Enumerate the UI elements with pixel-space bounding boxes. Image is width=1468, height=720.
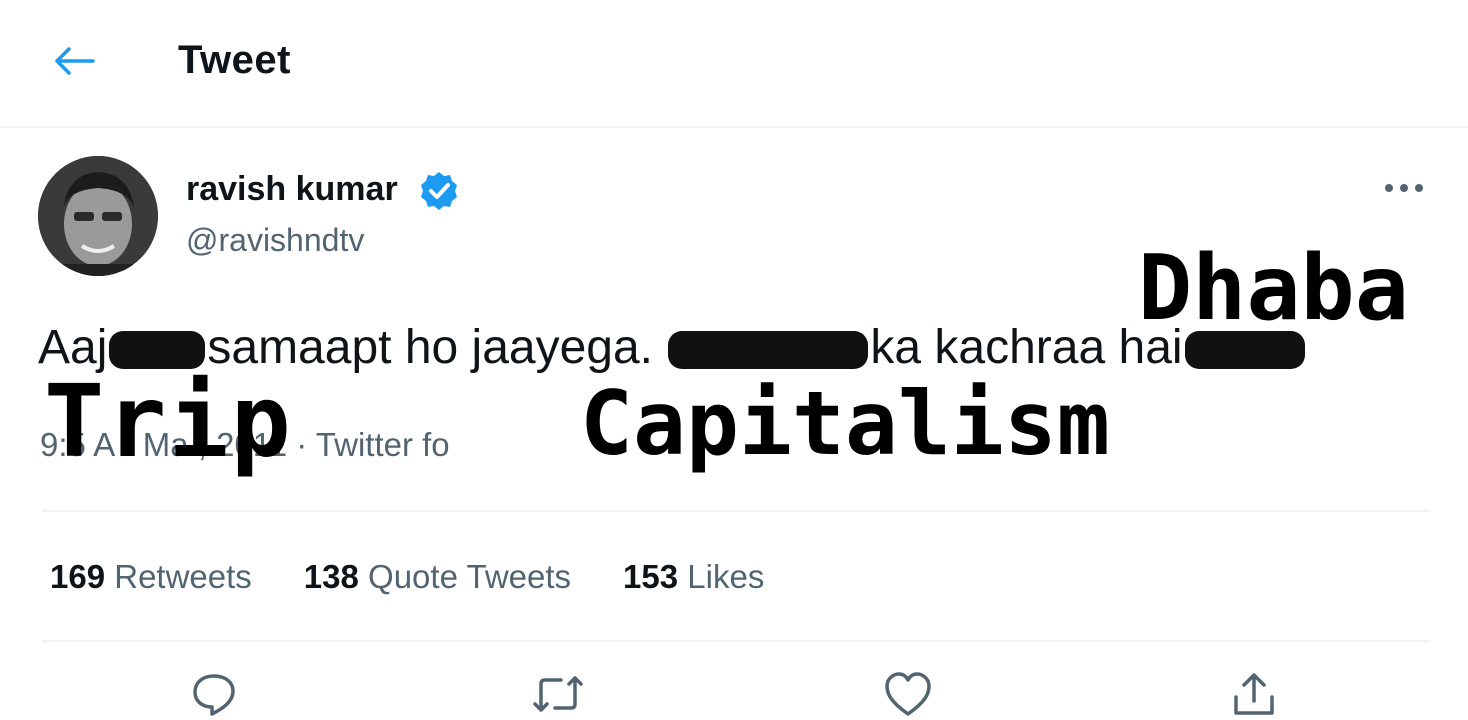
avatar[interactable] (38, 156, 158, 276)
author-handle[interactable]: @ravishndtv (186, 222, 364, 259)
quote-tweets-stat[interactable]: 138 Quote Tweets (304, 558, 571, 596)
like-icon (885, 672, 931, 716)
header: Tweet (0, 0, 1468, 128)
back-button[interactable] (44, 34, 104, 88)
overlay-word-trip: Trip (44, 363, 293, 480)
tweet-page: Tweet ravish kumar @ravishndtv Aaj samaap… (0, 0, 1468, 720)
overlay-word-dhaba: Dhaba (1138, 236, 1409, 341)
divider (42, 640, 1430, 642)
share-icon (1234, 673, 1274, 715)
page-title: Tweet (178, 38, 291, 82)
likes-stat[interactable]: 153 Likes (623, 558, 764, 596)
author-name[interactable]: ravish kumar (186, 170, 398, 209)
reply-button[interactable] (186, 668, 242, 720)
more-horizontal-icon (1385, 184, 1423, 192)
tweet-text-part3: ka kachraa hai (870, 321, 1183, 374)
reply-icon (193, 674, 235, 716)
divider (42, 510, 1430, 512)
share-button[interactable] (1226, 668, 1282, 720)
overlay-word-capitalism: Capitalism (580, 372, 1110, 475)
more-options-button[interactable] (1378, 170, 1430, 206)
like-button[interactable] (880, 668, 936, 720)
verified-badge-icon (421, 172, 457, 210)
redaction-scribble (668, 331, 869, 369)
retweet-button[interactable] (530, 668, 586, 720)
engagement-stats: 169 Retweets 138 Quote Tweets 153 Likes (50, 558, 764, 596)
retweets-stat[interactable]: 169 Retweets (50, 558, 252, 596)
arrow-left-icon (55, 47, 95, 75)
retweet-icon (533, 676, 583, 712)
